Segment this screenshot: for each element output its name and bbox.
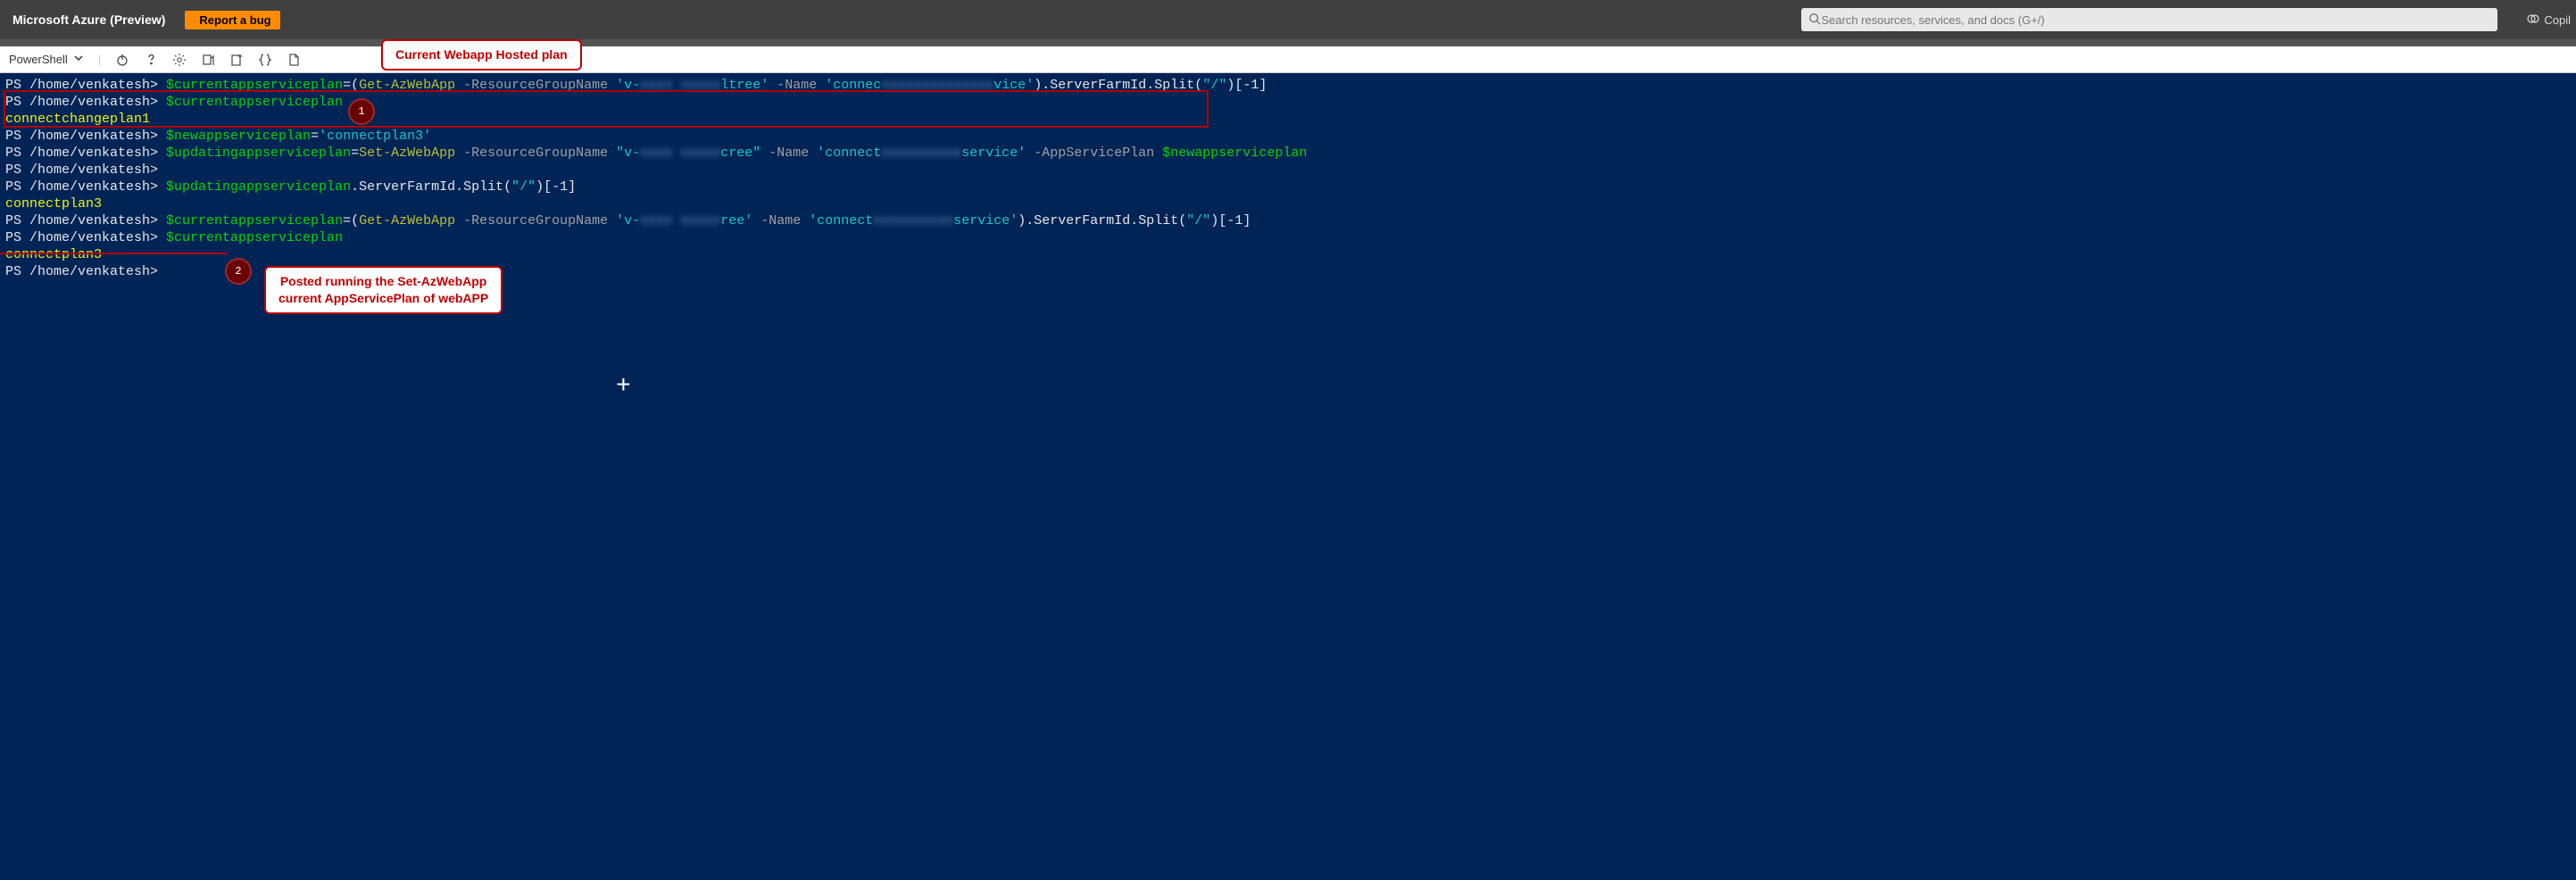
- settings-icon[interactable]: [172, 53, 187, 67]
- term-line: PS /home/venkatesh> $currentappservicepl…: [5, 94, 2571, 111]
- help-icon[interactable]: [144, 53, 158, 67]
- copilot-icon: [2526, 12, 2540, 29]
- chevron-down-icon: [73, 53, 84, 66]
- cursor-crosshair-icon: +: [616, 378, 631, 395]
- braces-icon[interactable]: [258, 53, 272, 67]
- term-line: PS /home/venkatesh> $updatingappservicep…: [5, 178, 2571, 195]
- search-icon: [1808, 12, 1821, 28]
- term-line: PS /home/venkatesh> $currentappservicepl…: [5, 77, 2571, 94]
- copilot-label: Copil: [2544, 13, 2571, 27]
- term-output: connectchangeplan1: [5, 111, 2571, 128]
- report-bug-label: Report a bug: [199, 13, 270, 27]
- shell-selector-label: PowerShell: [9, 53, 68, 66]
- annotation-callout-2: Posted running the Set-AzWebApp current …: [264, 266, 503, 314]
- search-input[interactable]: [1821, 13, 2490, 27]
- power-icon[interactable]: [115, 53, 129, 67]
- term-output: connectplan3: [5, 195, 2571, 212]
- upload-icon[interactable]: [201, 53, 215, 67]
- term-line: PS /home/venkatesh> $updatingappservicep…: [5, 145, 2571, 162]
- copilot-button[interactable]: Copil: [2526, 12, 2571, 29]
- term-output: connectplan3: [5, 246, 2571, 263]
- annotation-connector-2: [0, 253, 228, 254]
- terminal[interactable]: PS /home/venkatesh> $currentappservicepl…: [0, 73, 2576, 880]
- term-line: PS /home/venkatesh> $currentappservicepl…: [5, 229, 2571, 246]
- report-bug-button[interactable]: Report a bug: [185, 11, 279, 29]
- annotation-callout-1: Current Webapp Hosted plan: [381, 39, 582, 71]
- annotation-marker-2: 2: [225, 258, 252, 285]
- global-search[interactable]: [1801, 8, 2497, 31]
- document-icon[interactable]: [287, 53, 301, 67]
- product-title: Microsoft Azure (Preview): [12, 12, 165, 27]
- term-line: PS /home/venkatesh>: [5, 162, 2571, 178]
- new-file-icon[interactable]: [229, 53, 244, 67]
- term-line: PS /home/venkatesh> $currentappservicepl…: [5, 212, 2571, 229]
- term-line: PS /home/venkatesh> $newappserviceplan='…: [5, 128, 2571, 145]
- annotation-marker-1: 1: [348, 98, 375, 125]
- azure-header: Microsoft Azure (Preview) Report a bug C…: [0, 0, 2576, 39]
- shell-selector[interactable]: PowerShell: [9, 53, 84, 66]
